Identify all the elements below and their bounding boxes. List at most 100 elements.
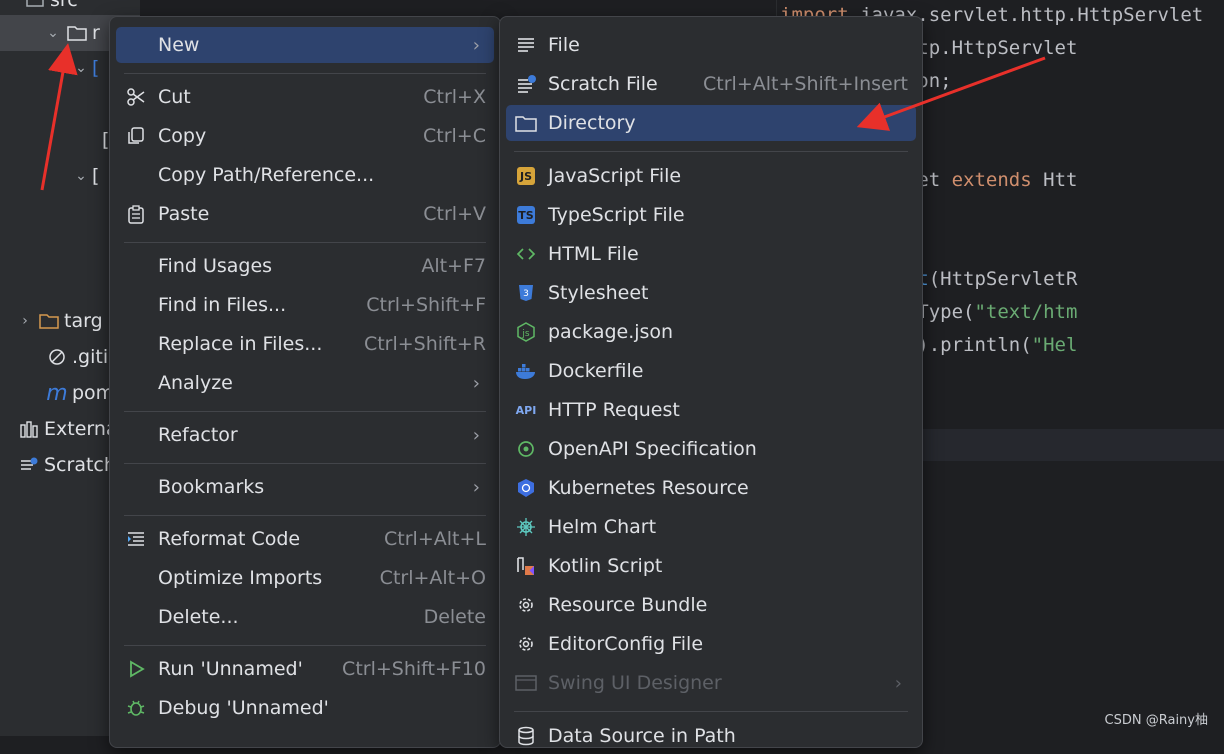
menu-item-label: Analyze <box>158 372 233 394</box>
menu-separator <box>124 463 486 464</box>
menu-separator <box>514 151 908 152</box>
menu-item-label: Helm Chart <box>548 516 657 538</box>
svg-text:js: js <box>521 329 530 339</box>
menu-item-html-file[interactable]: HTML File <box>506 236 916 272</box>
menu-item-analyze[interactable]: Analyze › <box>116 365 494 401</box>
gitignore-icon <box>44 347 70 367</box>
menu-item-label: HTTP Request <box>548 399 680 421</box>
menu-item-http-request[interactable]: API HTTP Request <box>506 392 916 428</box>
tree-item-gitignore[interactable]: .giti <box>0 339 108 375</box>
javascript-icon: JS <box>514 164 538 188</box>
tree-item-scratches[interactable]: Scratch <box>0 447 116 483</box>
shortcut-hint: Ctrl+Alt+L <box>384 528 486 550</box>
api-icon: API <box>515 403 537 417</box>
menu-item-label: Debug 'Unnamed' <box>158 697 329 719</box>
chevron-right-icon: › <box>472 476 480 498</box>
menu-item-cut[interactable]: Cut Ctrl+X <box>116 79 494 115</box>
helm-icon <box>514 515 538 539</box>
shortcut-hint: Ctrl+Shift+R <box>363 333 486 355</box>
chevron-down-icon[interactable]: ⌄ <box>42 25 64 41</box>
menu-item-label: Directory <box>548 112 636 134</box>
menu-item-label: Stylesheet <box>548 282 649 304</box>
new-submenu: File Scratch File Ctrl+Alt+Shift+Insert Dir… <box>499 16 923 748</box>
chevron-down-icon[interactable]: ⌄ <box>70 60 92 76</box>
menu-item-label: Run 'Unnamed' <box>158 658 303 680</box>
menu-item-find-in-files[interactable]: Find in Files... Ctrl+Shift+F <box>116 287 494 323</box>
menu-item-new[interactable]: New › <box>116 27 494 63</box>
menu-item-paste[interactable]: Paste Ctrl+V <box>116 196 494 232</box>
chevron-right-icon: › <box>894 672 902 694</box>
tree-item-child[interactable]: ⌄ [ <box>0 158 99 194</box>
menu-item-directory[interactable]: Directory <box>506 105 916 141</box>
tree-item-label: src <box>50 0 78 11</box>
menu-item-data-source-in-path[interactable]: Data Source in Path <box>506 718 916 754</box>
tree-item-child[interactable]: [ <box>0 122 109 158</box>
menu-item-label: Resource Bundle <box>548 594 708 616</box>
menu-item-label: Cut <box>158 86 191 108</box>
menu-item-debug-unnamed[interactable]: Debug 'Unnamed' <box>116 690 494 726</box>
svg-text:3: 3 <box>523 289 529 299</box>
tree-item-label: pom <box>72 382 115 404</box>
menu-item-kubernetes-resource[interactable]: Kubernetes Resource <box>506 470 916 506</box>
tree-item-child[interactable]: ⌄ [ <box>0 50 99 86</box>
tree-item-external-libraries[interactable]: Externa <box>0 411 118 447</box>
code-token: Htt <box>1043 169 1078 191</box>
shortcut-hint: Ctrl+X <box>423 86 486 108</box>
menu-item-label: Kubernetes Resource <box>548 477 749 499</box>
menu-item-label: Bookmarks <box>158 476 265 498</box>
shortcut-hint: Alt+F7 <box>421 255 486 277</box>
chevron-right-icon[interactable]: › <box>14 313 36 329</box>
folder-icon: [ <box>92 57 100 79</box>
database-icon <box>514 724 538 748</box>
menu-item-javascript-file[interactable]: JS JavaScript File <box>506 158 916 194</box>
menu-item-label: EditorConfig File <box>548 633 704 655</box>
scratch-icon <box>16 455 42 475</box>
gear-icon <box>514 632 538 656</box>
menu-item-file[interactable]: File <box>506 27 916 63</box>
code-token: (HttpServletR <box>928 268 1078 290</box>
shortcut-hint: Ctrl+Alt+O <box>379 567 486 589</box>
menu-item-copy[interactable]: Copy Ctrl+C <box>116 118 494 154</box>
menu-item-copy-path-reference[interactable]: Copy Path/Reference... <box>116 157 494 193</box>
menu-item-refactor[interactable]: Refactor › <box>116 417 494 453</box>
menu-item-label: Copy Path/Reference... <box>158 164 375 186</box>
tree-item-label: r <box>92 22 100 44</box>
folder-icon <box>22 0 48 10</box>
menu-item-run-unnamed[interactable]: Run 'Unnamed' Ctrl+Shift+F10 <box>116 651 494 687</box>
code-token: "text/htm <box>974 301 1078 323</box>
chevron-down-icon[interactable]: ⌄ <box>70 168 92 184</box>
menu-item-label: Refactor <box>158 424 238 446</box>
menu-item-label: Kotlin Script <box>548 555 663 577</box>
menu-item-bookmarks[interactable]: Bookmarks › <box>116 469 494 505</box>
menu-item-editorconfig-file[interactable]: EditorConfig File <box>506 626 916 662</box>
menu-item-swing-ui-designer: Swing UI Designer › <box>506 665 916 701</box>
scissors-icon <box>124 85 148 109</box>
tree-item-label: targ <box>64 310 103 332</box>
menu-item-replace-in-files[interactable]: Replace in Files... Ctrl+Shift+R <box>116 326 494 362</box>
shortcut-hint: Ctrl+C <box>423 125 486 147</box>
menu-separator <box>124 242 486 243</box>
menu-item-helm-chart[interactable]: Helm Chart <box>506 509 916 545</box>
menu-item-package-json[interactable]: js package.json <box>506 314 916 350</box>
tree-item-pom[interactable]: m pom <box>0 375 114 411</box>
shortcut-hint: Ctrl+V <box>423 203 486 225</box>
css-icon: 3 <box>514 281 538 305</box>
menu-item-find-usages[interactable]: Find Usages Alt+F7 <box>116 248 494 284</box>
folder-icon <box>514 111 538 135</box>
menu-item-openapi-specification[interactable]: OpenAPI Specification <box>506 431 916 467</box>
menu-item-typescript-file[interactable]: TS TypeScript File <box>506 197 916 233</box>
menu-item-delete[interactable]: Delete... Delete <box>116 599 494 635</box>
menu-item-optimize-imports[interactable]: Optimize Imports Ctrl+Alt+O <box>116 560 494 596</box>
menu-item-reformat-code[interactable]: Reformat Code Ctrl+Alt+L <box>116 521 494 557</box>
menu-item-label: Replace in Files... <box>158 333 323 355</box>
debug-icon <box>124 696 148 720</box>
menu-item-label: OpenAPI Specification <box>548 438 757 460</box>
menu-separator <box>124 73 486 74</box>
menu-separator <box>124 411 486 412</box>
menu-item-stylesheet[interactable]: 3 Stylesheet <box>506 275 916 311</box>
menu-item-scratch-file[interactable]: Scratch File Ctrl+Alt+Shift+Insert <box>506 66 916 102</box>
menu-item-kotlin-script[interactable]: Kotlin Script <box>506 548 916 584</box>
menu-item-dockerfile[interactable]: Dockerfile <box>506 353 916 389</box>
menu-item-resource-bundle[interactable]: Resource Bundle <box>506 587 916 623</box>
menu-separator <box>514 711 908 712</box>
